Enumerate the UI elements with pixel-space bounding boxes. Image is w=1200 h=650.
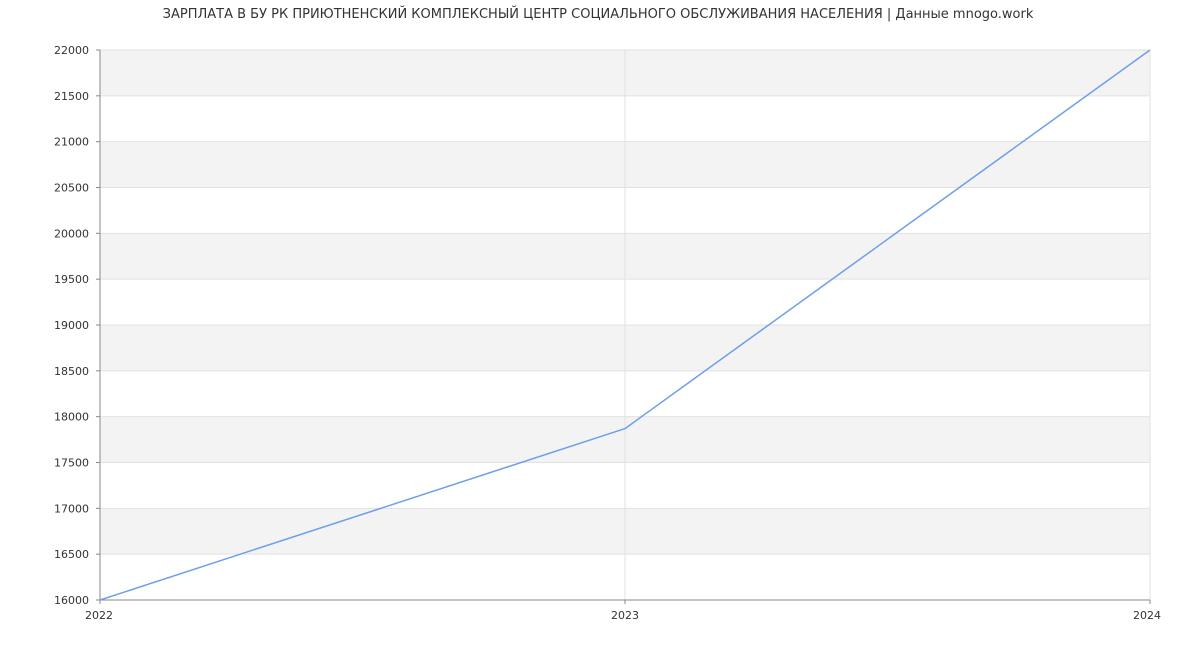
- y-tick-label: 17500: [54, 457, 89, 470]
- y-tick-label: 20000: [54, 227, 89, 240]
- y-tick-label: 19000: [54, 319, 89, 332]
- y-tick-label: 22000: [54, 44, 89, 57]
- y-tick-label: 16000: [54, 594, 89, 607]
- y-tick-label: 21500: [54, 90, 89, 103]
- x-tick-label: 2022: [85, 609, 113, 622]
- y-tick-label: 18500: [54, 365, 89, 378]
- chart-title: ЗАРПЛАТА В БУ РК ПРИЮТНЕНСКИЙ КОМПЛЕКСНЫ…: [163, 6, 1034, 22]
- x-tick-label: 2023: [611, 609, 639, 622]
- x-tick-labels: 2022 2023 2024: [85, 609, 1161, 622]
- y-tick-label: 17000: [54, 502, 89, 515]
- y-tick-label: 21000: [54, 136, 89, 149]
- y-tick-labels: 16000 16500 17000 17500 18000 18500 19000 19500…: [54, 44, 89, 607]
- x-tick-label: 2024: [1133, 609, 1161, 622]
- y-tick-label: 20500: [54, 182, 89, 195]
- line-chart: ЗАРПЛАТА В БУ РК ПРИЮТНЕНСКИЙ КОМПЛЕКСНЫ…: [54, 6, 1161, 622]
- y-tick-label: 18000: [54, 411, 89, 424]
- chart-root: ЗАРПЛАТА В БУ РК ПРИЮТНЕНСКИЙ КОМПЛЕКСНЫ…: [0, 0, 1200, 650]
- y-tick-label: 19500: [54, 273, 89, 286]
- y-tick-label: 16500: [54, 548, 89, 561]
